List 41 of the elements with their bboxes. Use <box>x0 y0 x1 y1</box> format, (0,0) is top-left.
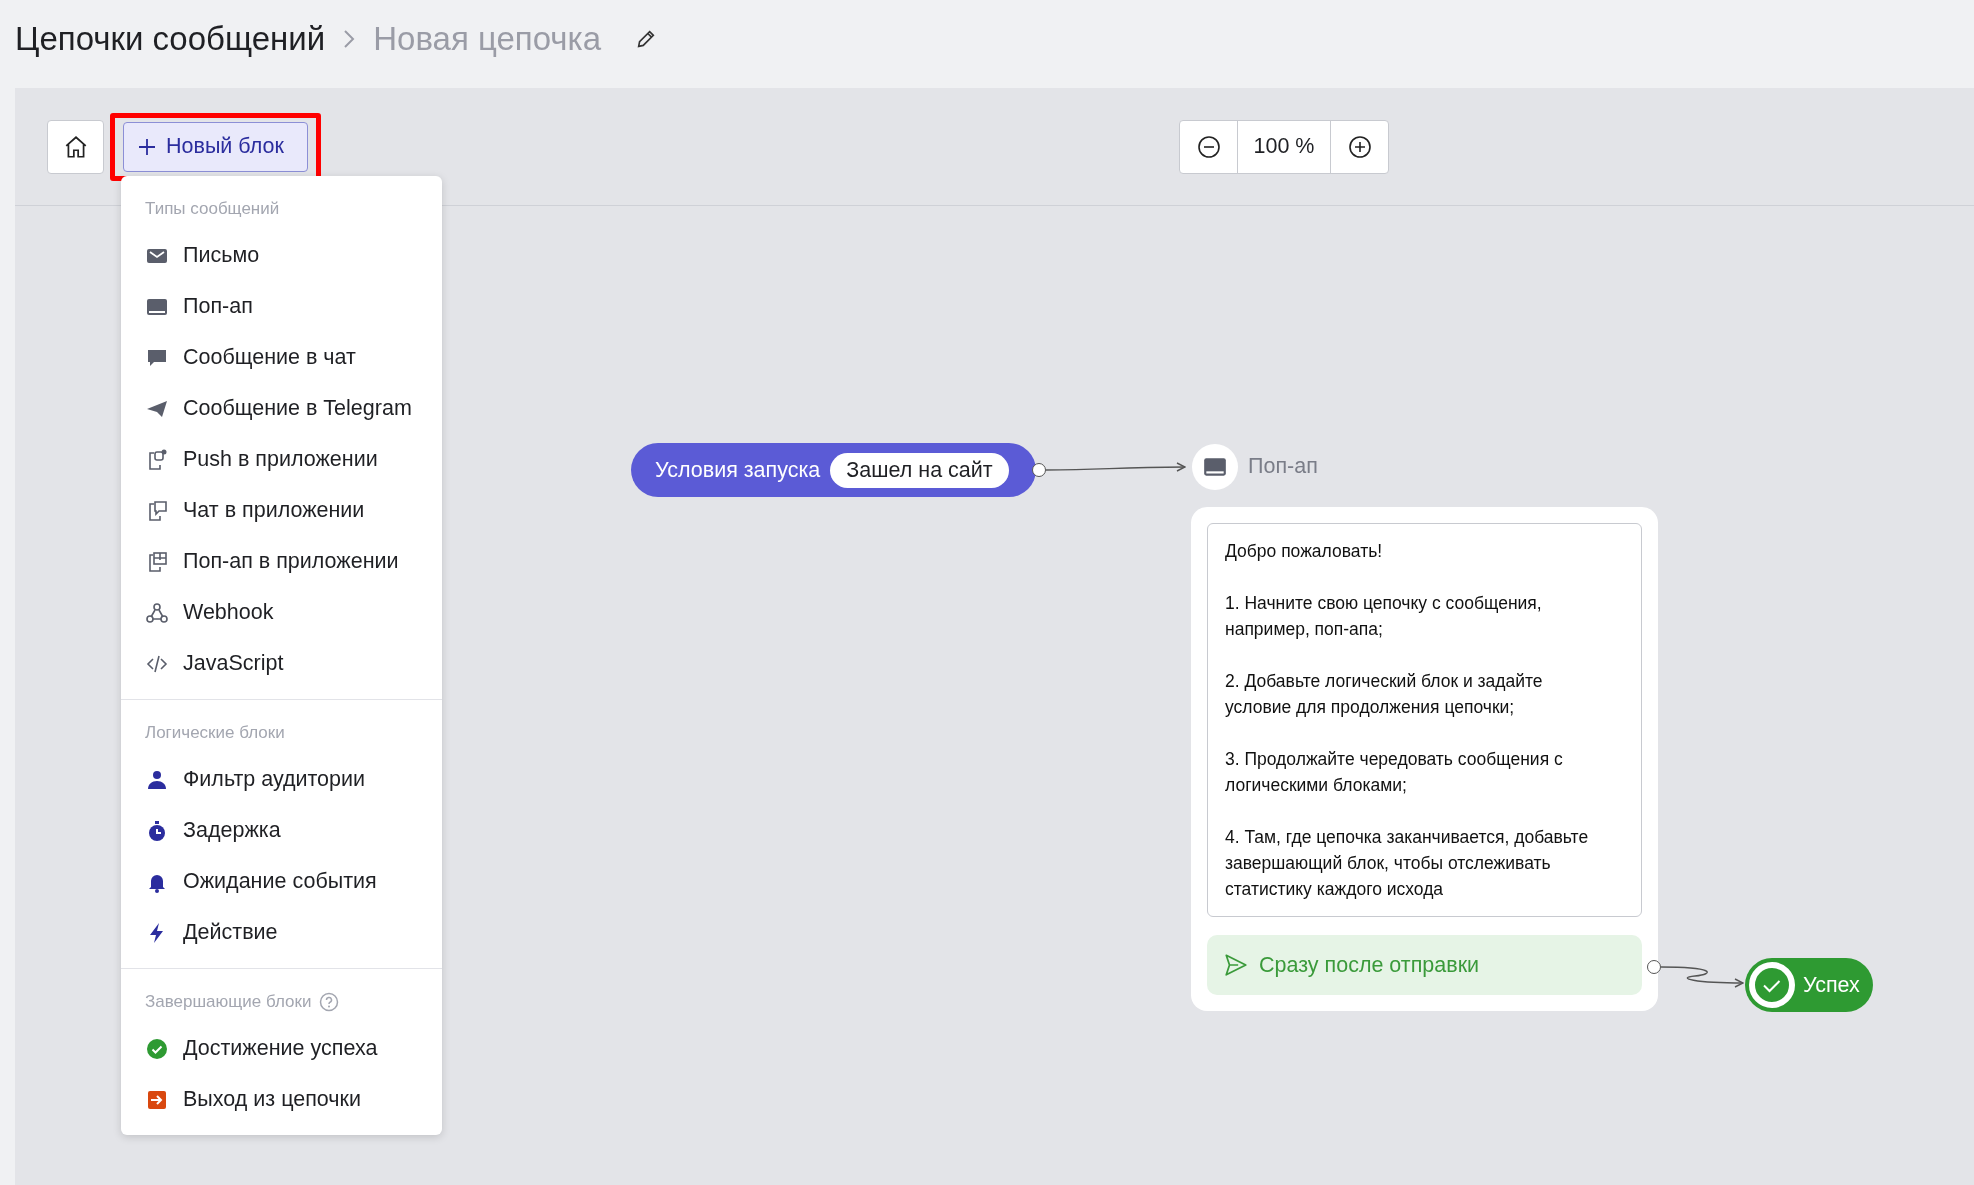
menu-item[interactable]: Push в приложении <box>183 447 378 472</box>
home-button[interactable] <box>47 119 104 174</box>
menu-item[interactable]: Поп-ап <box>183 294 253 319</box>
menu-item[interactable]: Сообщение в Telegram <box>183 396 412 421</box>
paper-plane-icon <box>1223 952 1249 978</box>
node-title: Условия запуска <box>655 457 821 483</box>
plus-circle-icon <box>1347 134 1372 159</box>
check-circle-icon <box>1749 962 1795 1008</box>
menu-item[interactable]: Ожидание события <box>183 869 377 894</box>
trigger-chip[interactable]: Зашел на сайт <box>830 452 1009 488</box>
menu-item[interactable]: Действие <box>183 920 278 945</box>
outlet-label: Сразу после отправки <box>1259 952 1480 978</box>
webhook-icon <box>145 600 169 625</box>
section-heading: Типы сообщений <box>145 199 280 219</box>
start-node[interactable]: Условия запуска Зашел на сайт <box>631 443 1036 497</box>
menu-item[interactable]: Письмо <box>183 243 260 268</box>
section-heading: Завершающие блоки <box>145 992 312 1012</box>
menu-item[interactable]: JavaScript <box>183 651 284 676</box>
end-node[interactable]: Успех <box>1745 958 1873 1012</box>
menu-item[interactable]: Webhook <box>183 600 274 625</box>
check-circle-icon <box>145 1036 169 1061</box>
zoom-level: 100 % <box>1237 120 1331 173</box>
section-heading: Логические блоки <box>145 723 285 743</box>
new-block-button[interactable]: Новый блок <box>123 121 308 172</box>
breadcrumb-link[interactable]: Цепочки сообщений <box>15 20 326 58</box>
message-card[interactable] <box>1191 507 1658 1011</box>
menu-item[interactable]: Достижение успеха <box>183 1036 378 1061</box>
plus-icon <box>138 137 156 156</box>
menu-item[interactable]: Поп-ап в приложении <box>183 549 399 574</box>
node-type-label: Поп-ап <box>1248 454 1318 479</box>
connector-handle[interactable] <box>1032 463 1046 477</box>
minus-circle-icon <box>1196 134 1221 159</box>
menu-item[interactable]: Фильтр аудитории <box>183 767 366 792</box>
chain-title: Новая цепочка <box>373 20 602 58</box>
node-title: Успех <box>1803 972 1860 998</box>
message-preview: Добро пожаловать! 1. Начните свою цепочку с сообщения, например, поп-апа; 2. Добавьте логический блок и задайте условие для продолжения цепочки; 3. Продолжайте чередовать сообщения с логическими блоками; 4. Там, где цепочка заканчивается, добавьте завершающий блок, чтобы отслеживать статистику каждого исхода <box>1207 523 1642 917</box>
menu-item[interactable]: Задержка <box>183 818 281 843</box>
chevron-icon <box>343 29 356 49</box>
menu-item[interactable]: Выход из цепочки <box>183 1087 361 1112</box>
menu-item[interactable]: Чат в приложении <box>183 498 365 523</box>
menu-item[interactable]: Сообщение в чат <box>183 345 356 370</box>
